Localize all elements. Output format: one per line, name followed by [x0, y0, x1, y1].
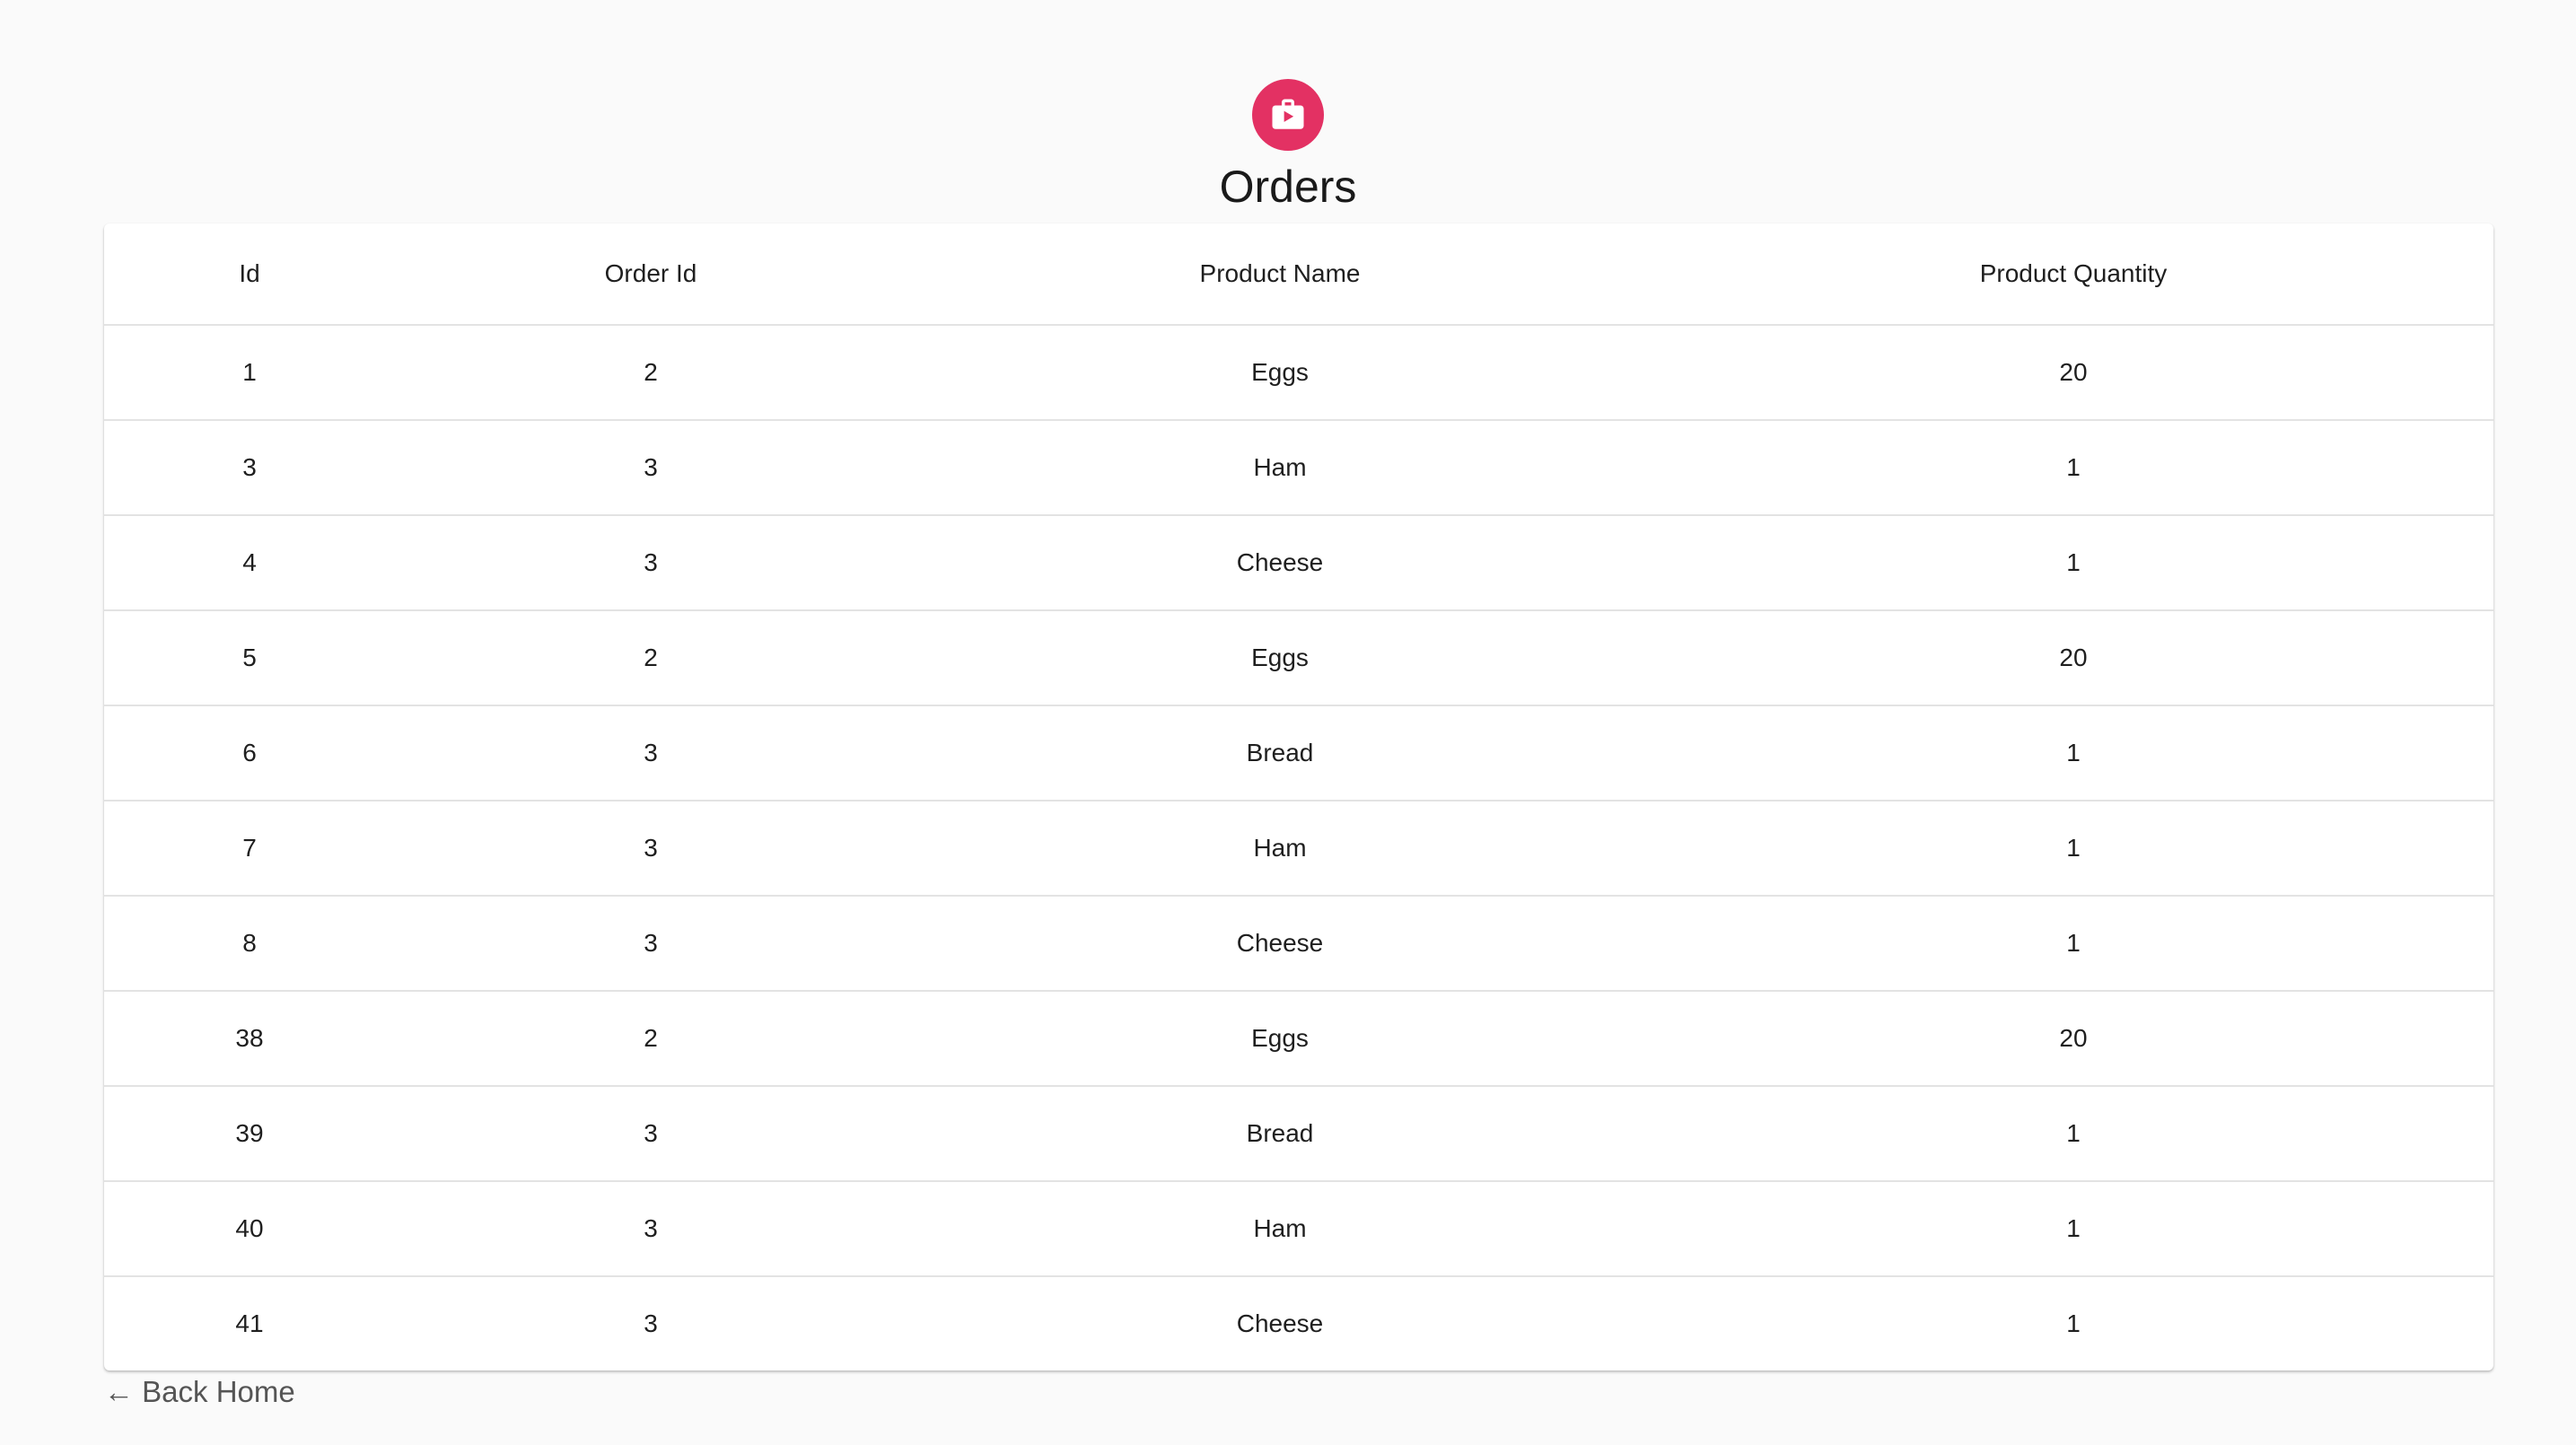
cell-product-name: Cheese: [1236, 1309, 1324, 1337]
cell-product-name: Eggs: [907, 325, 1653, 421]
table-row: 1 2 Eggs 20: [104, 325, 2493, 421]
table-row: 39 3 Bread 1: [104, 1086, 2493, 1182]
table-row: 38 2 Eggs 20: [104, 991, 2493, 1087]
table-row: 5 2 Eggs 20: [104, 610, 2493, 706]
table-body: 1 2 Eggs 20 3 3 Ham 1 4 3 Cheese 1 5 2 Eggs 20 6 3 Bread 1 7…: [104, 325, 2493, 1371]
cell-order-id: 2: [395, 610, 907, 706]
table-row: 40 3 Ham 1: [104, 1181, 2493, 1277]
cell-product-quantity: 1: [2066, 1309, 2081, 1337]
column-header-order-id: Order Id: [395, 223, 907, 326]
cell-id: 1: [104, 325, 395, 421]
column-header-product-quantity: Product Quantity: [1653, 223, 2493, 326]
cell-product-quantity: 1: [1653, 1181, 2493, 1277]
cell-product-name: Cheese: [907, 515, 1653, 611]
cell-product-name: Ham: [907, 1181, 1653, 1277]
cell-order-id: 3: [395, 420, 907, 516]
cell-product-quantity: 20: [1653, 325, 2493, 421]
cell-id: 7: [104, 801, 395, 897]
cell-id: 40: [104, 1181, 395, 1277]
back-home-link[interactable]: ← Back Home: [104, 1373, 295, 1411]
table-row: 6 3 Bread 1: [104, 705, 2493, 801]
cell-product-quantity: 1: [1653, 515, 2493, 611]
shopping-bag-icon: [1272, 99, 1304, 129]
cell-product-quantity: 20: [1653, 610, 2493, 706]
cell-id: 4: [104, 515, 395, 611]
cell-id: 8: [104, 896, 395, 992]
cell-id: 3: [104, 420, 395, 516]
cell-product-name: Bread: [907, 705, 1653, 801]
table-row: 8 3 Cheese 1: [104, 896, 2493, 992]
cell-id: 5: [104, 610, 395, 706]
avatar: [1252, 79, 1324, 151]
cell-product-quantity: 1: [1653, 705, 2493, 801]
cell-order-id: 3: [395, 515, 907, 611]
cell-product-quantity: 1: [1653, 896, 2493, 992]
page-title: Orders: [1219, 162, 1357, 212]
cell-order-id: 3: [395, 705, 907, 801]
cell-order-id: 3: [395, 1086, 907, 1182]
cell-product-name: Cheese: [907, 896, 1653, 992]
orders-table: Id Order Id Product Name Product Quantit…: [104, 223, 2493, 1371]
cell-product-name: Ham: [907, 801, 1653, 897]
table-header-row: Id Order Id Product Name Product Quantit…: [104, 223, 2493, 326]
orders-page: Orders Id Order Id Product Name Product …: [0, 0, 2576, 1445]
cell-product-name: Bread: [907, 1086, 1653, 1182]
orders-table-card: Id Order Id Product Name Product Quantit…: [104, 223, 2493, 1371]
cell-order-id: 2: [395, 991, 907, 1087]
cell-order-id: 3: [395, 896, 907, 992]
table-row: 7 3 Ham 1: [104, 801, 2493, 897]
page-header: Orders: [0, 79, 2576, 214]
cell-product-quantity: 1: [1653, 1086, 2493, 1182]
cell-id: 39: [104, 1086, 395, 1182]
cell-product-name: Eggs: [907, 610, 1653, 706]
table-row: 4 3 Cheese 1: [104, 515, 2493, 611]
cell-id: 6: [104, 705, 395, 801]
cell-product-quantity: 1: [1653, 801, 2493, 897]
cell-order-id: 3: [395, 801, 907, 897]
cell-product-name: Eggs: [907, 991, 1653, 1087]
cell-order-id: 3: [644, 1309, 658, 1337]
column-header-id: Id: [104, 223, 395, 326]
table-row: 41 3 Cheese 1: [104, 1276, 2493, 1371]
cell-id: 38: [104, 991, 395, 1087]
cell-product-quantity: 20: [1653, 991, 2493, 1087]
cell-product-quantity: 1: [1653, 420, 2493, 516]
table-row: 3 3 Ham 1: [104, 420, 2493, 516]
cell-product-name: Ham: [907, 420, 1653, 516]
cell-order-id: 2: [395, 325, 907, 421]
cell-id: 41: [235, 1309, 264, 1337]
table-header: Id Order Id Product Name Product Quantit…: [104, 223, 2493, 326]
cell-order-id: 3: [395, 1181, 907, 1277]
column-header-product-name: Product Name: [907, 223, 1653, 326]
